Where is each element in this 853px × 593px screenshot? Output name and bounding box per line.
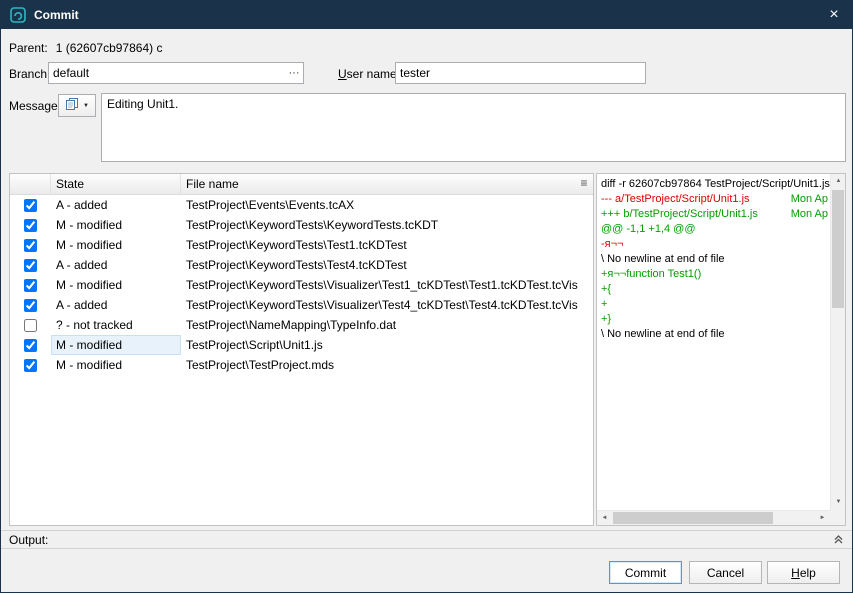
diff-line: --- a/TestProject/Script/Unit1.jsMon Ap xyxy=(601,192,828,207)
file-path: TestProject\TestProject.mds xyxy=(181,355,593,375)
message-template-button[interactable]: ▼ xyxy=(58,94,96,117)
file-checkbox-cell xyxy=(10,319,51,332)
titlebar[interactable]: Commit × xyxy=(1,1,852,29)
double-chevron-up-icon xyxy=(833,534,844,545)
file-state: A - added xyxy=(51,255,181,275)
file-row-selected[interactable]: M - modified TestProject\Script\Unit1.js xyxy=(10,335,593,355)
parent-label: Parent: xyxy=(9,41,48,55)
file-checkbox[interactable] xyxy=(24,299,37,312)
file-path: TestProject\KeywordTests\Test4.tcKDTest xyxy=(181,255,593,275)
file-row[interactable]: M - modified TestProject\TestProject.mds xyxy=(10,355,593,375)
scrollbar-corner xyxy=(830,510,845,525)
diff-line: + xyxy=(601,297,828,312)
file-row[interactable]: A - added TestProject\KeywordTests\Visua… xyxy=(10,295,593,315)
horizontal-scroll-thumb[interactable] xyxy=(613,512,773,524)
scroll-up-icon[interactable]: ▲ xyxy=(831,174,846,189)
file-state: M - modified xyxy=(51,235,181,255)
diff-line: \ No newline at end of file xyxy=(601,252,828,267)
file-path: TestProject\Script\Unit1.js xyxy=(181,335,593,355)
output-label: Output: xyxy=(9,533,48,547)
user-name-label: User name: xyxy=(338,67,400,81)
column-header-state[interactable]: State xyxy=(51,174,181,194)
file-row[interactable]: M - modified TestProject\KeywordTests\Vi… xyxy=(10,275,593,295)
commit-dialog-icon xyxy=(10,7,26,23)
diff-text: diff -r 62607cb97864 TestProject/Script/… xyxy=(597,174,830,510)
parent-value: 1 (62607cb97864) c xyxy=(56,41,163,55)
file-path: TestProject\Events\Events.tcAX xyxy=(181,195,593,215)
vertical-scroll-thumb[interactable] xyxy=(832,190,844,308)
dropdown-arrow-icon: ▼ xyxy=(83,103,89,109)
diff-line: +++ b/TestProject/Script/Unit1.jsMon Ap xyxy=(601,207,828,222)
column-menu-icon[interactable]: ≡ xyxy=(575,174,593,194)
file-checkbox-cell xyxy=(10,239,51,252)
file-checkbox[interactable] xyxy=(24,199,37,212)
file-state: M - modified xyxy=(51,355,181,375)
diff-line: -я¬¬ xyxy=(601,237,828,252)
file-path: TestProject\KeywordTests\Test1.tcKDTest xyxy=(181,235,593,255)
file-checkbox[interactable] xyxy=(24,319,37,332)
file-state: M - modified xyxy=(51,275,181,295)
file-checkbox[interactable] xyxy=(24,239,37,252)
scroll-down-icon[interactable]: ▼ xyxy=(831,495,846,510)
output-bar: Output: xyxy=(1,530,853,549)
file-checkbox-cell xyxy=(10,259,51,272)
file-checkbox[interactable] xyxy=(24,219,37,232)
diff-line: \ No newline at end of file xyxy=(601,327,828,342)
file-state: A - added xyxy=(51,195,181,215)
collapse-output-button[interactable] xyxy=(831,532,846,547)
close-button[interactable]: × xyxy=(816,1,852,29)
checkbox-column-header[interactable] xyxy=(10,174,51,194)
file-checkbox[interactable] xyxy=(24,279,37,292)
branch-browse-button[interactable]: ··· xyxy=(285,62,304,84)
cancel-button[interactable]: Cancel xyxy=(689,561,762,584)
message-label: Message: xyxy=(9,99,61,113)
column-header-filename[interactable]: File name xyxy=(181,174,575,194)
file-checkbox-cell xyxy=(10,339,51,352)
file-path: TestProject\NameMapping\TypeInfo.dat xyxy=(181,315,593,335)
diff-line: +} xyxy=(601,312,828,327)
file-state: M - modified xyxy=(51,335,181,355)
file-row[interactable]: M - modified TestProject\KeywordTests\Te… xyxy=(10,235,593,255)
scroll-left-icon[interactable]: ◄ xyxy=(597,511,612,526)
parent-row: Parent: 1 (62607cb97864) c xyxy=(9,41,162,55)
diff-line: +я¬¬function Test1() xyxy=(601,267,828,282)
file-path: TestProject\KeywordTests\Visualizer\Test… xyxy=(181,295,593,315)
help-button[interactable]: Help xyxy=(767,561,840,584)
file-checkbox-cell xyxy=(10,219,51,232)
file-row[interactable]: M - modified TestProject\KeywordTests\Ke… xyxy=(10,215,593,235)
file-checkbox-cell xyxy=(10,299,51,312)
file-checkbox[interactable] xyxy=(24,259,37,272)
file-checkbox-cell xyxy=(10,279,51,292)
file-checkbox[interactable] xyxy=(24,359,37,372)
file-checkbox-cell xyxy=(10,359,51,372)
file-path: TestProject\KeywordTests\Visualizer\Test… xyxy=(181,275,593,295)
scroll-right-icon[interactable]: ► xyxy=(815,511,830,526)
branch-input[interactable] xyxy=(48,62,286,84)
file-checkbox[interactable] xyxy=(24,339,37,352)
commit-message-input[interactable]: Editing Unit1. xyxy=(101,93,846,162)
file-state: M - modified xyxy=(51,215,181,235)
user-name-input[interactable] xyxy=(395,62,646,84)
diff-vertical-scrollbar[interactable]: ▲ ▼ xyxy=(830,174,845,510)
diff-horizontal-scrollbar[interactable]: ◄ ► xyxy=(597,510,830,525)
diff-line: +{ xyxy=(601,282,828,297)
file-state: A - added xyxy=(51,295,181,315)
file-path: TestProject\KeywordTests\KeywordTests.tc… xyxy=(181,215,593,235)
diff-line: @@ -1,1 +1,4 @@ xyxy=(601,222,828,237)
file-list-header: State File name ≡ xyxy=(10,174,593,195)
diff-line: diff -r 62607cb97864 TestProject/Script/… xyxy=(601,177,828,192)
file-checkbox-cell xyxy=(10,199,51,212)
commit-button[interactable]: Commit xyxy=(609,561,682,584)
window-title: Commit xyxy=(34,8,79,22)
file-row[interactable]: A - added TestProject\Events\Events.tcAX xyxy=(10,195,593,215)
commit-dialog: Commit × Parent: 1 (62607cb97864) c Bran… xyxy=(0,0,853,593)
branch-label: Branch: xyxy=(9,67,50,81)
file-row[interactable]: A - added TestProject\KeywordTests\Test4… xyxy=(10,255,593,275)
diff-panel: diff -r 62607cb97864 TestProject/Script/… xyxy=(596,173,846,526)
file-state: ? - not tracked xyxy=(51,315,181,335)
file-row[interactable]: ? - not tracked TestProject\NameMapping\… xyxy=(10,315,593,335)
file-list: State File name ≡ A - added TestProject\… xyxy=(9,173,594,526)
paste-message-icon xyxy=(65,97,79,114)
